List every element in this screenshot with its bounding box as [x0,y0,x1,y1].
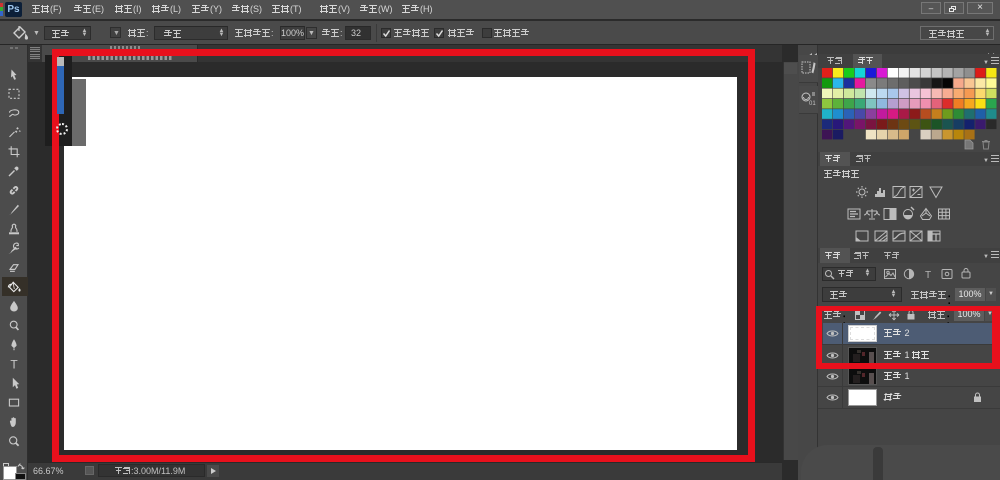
svg-text:T: T [925,270,931,281]
svg-text:01: 01 [809,101,816,107]
